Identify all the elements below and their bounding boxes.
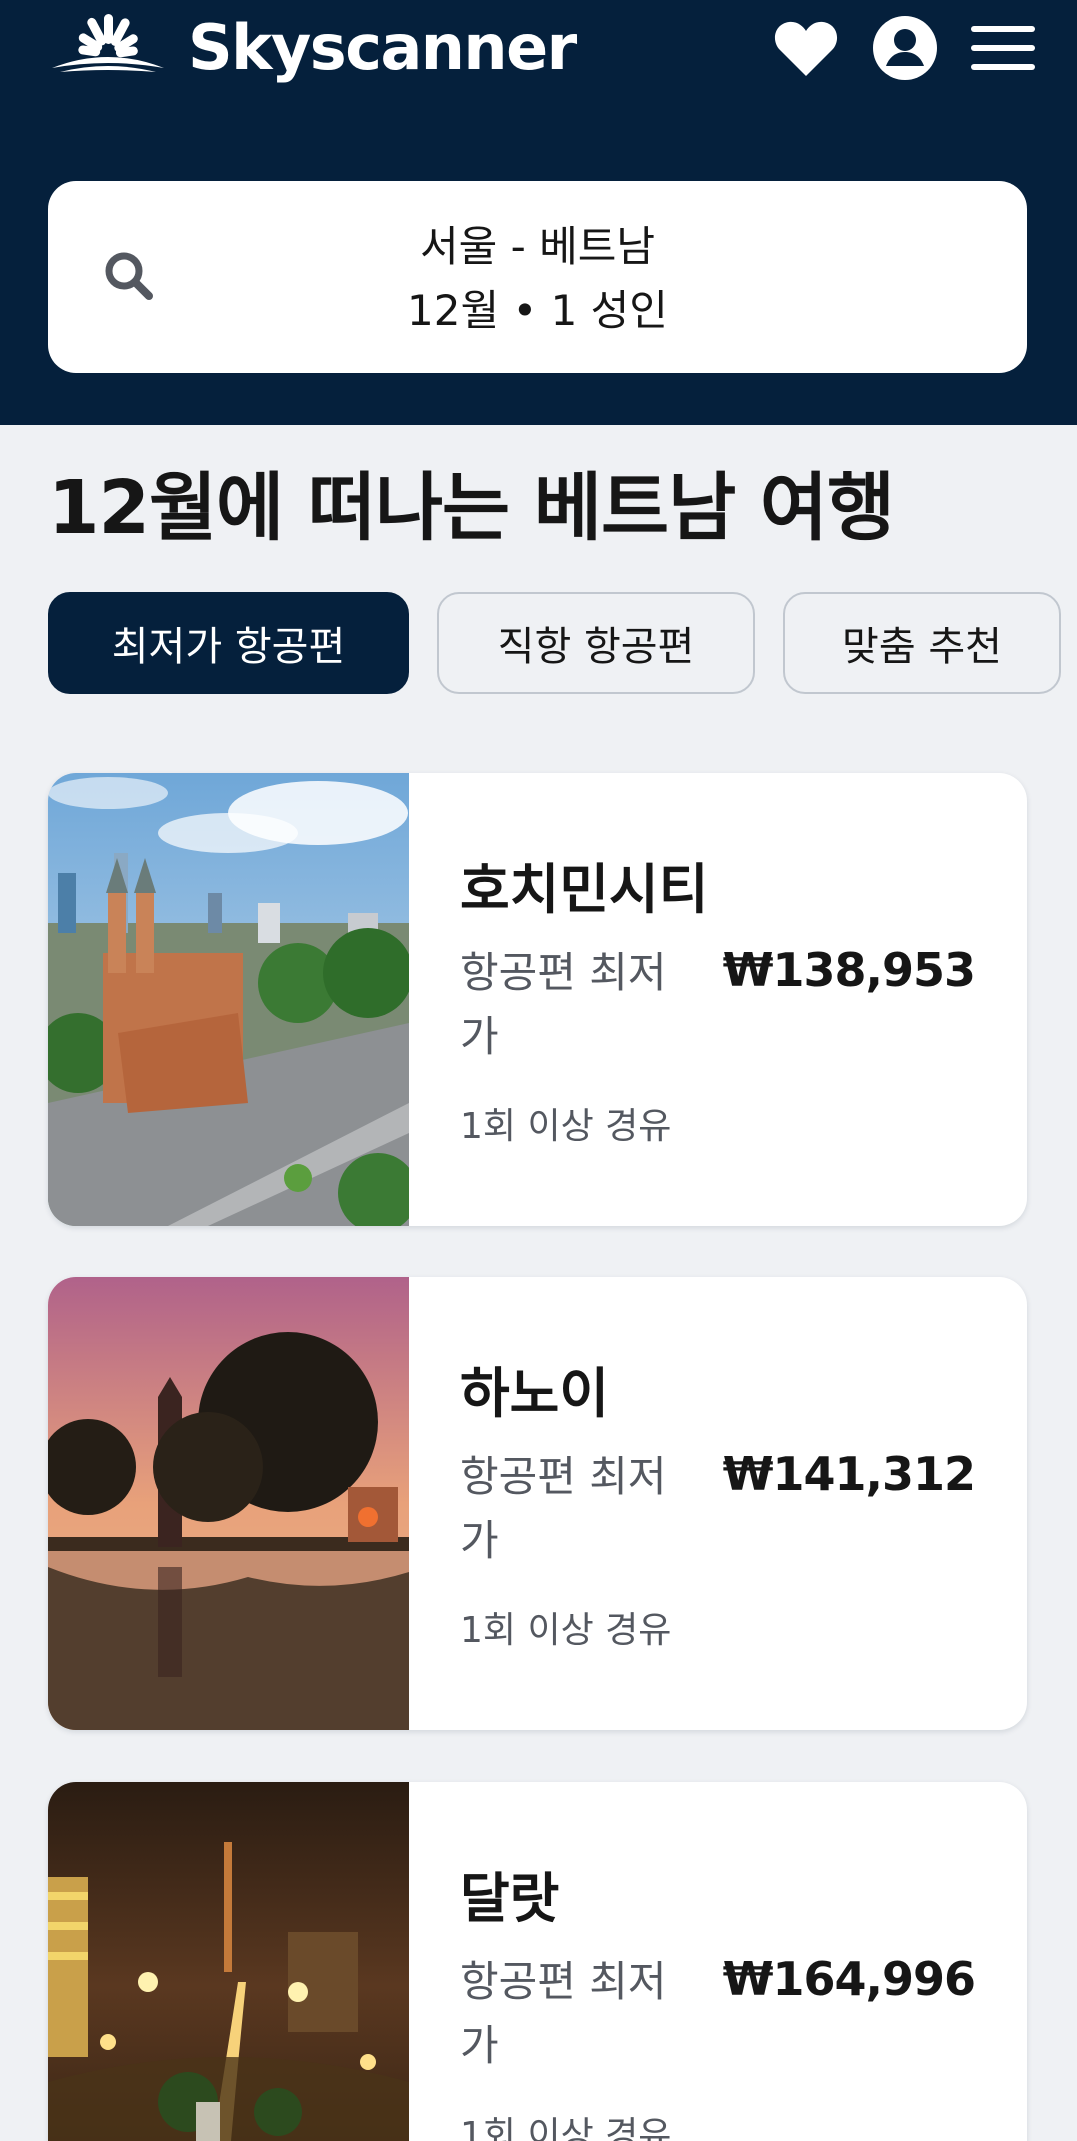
destination-city: 달랏 — [460, 1867, 560, 1930]
stops-info: 1회 이상 경유 — [460, 1106, 672, 1147]
destination-city: 호치민시티 — [460, 858, 709, 921]
heart-icon[interactable] — [773, 18, 839, 78]
destination-photo — [48, 773, 409, 1226]
destination-card[interactable]: 호치민시티 항공편 최저가 ₩138,953 1회 이상 경유 — [48, 773, 1027, 1226]
chip-cheapest-flights[interactable]: 최저가 항공편 — [48, 592, 409, 694]
chip-recommended[interactable]: 맞춤 추천 — [783, 592, 1061, 694]
brand-name: Skyscanner — [188, 11, 577, 84]
price-value: ₩138,953 — [722, 943, 976, 997]
header: Skyscanner 서울 - 베트남 12월 • 1 성인 — [0, 0, 1077, 425]
user-account-icon[interactable] — [873, 16, 937, 80]
price-value: ₩141,312 — [722, 1447, 976, 1501]
price-value: ₩164,996 — [722, 1952, 976, 2006]
price-label: 항공편 최저가 — [460, 1957, 667, 2070]
sunrise-logo-icon — [52, 13, 164, 72]
skyscanner-logo[interactable]: Skyscanner — [46, 0, 577, 95]
price-label: 항공편 최저가 — [460, 1452, 667, 1565]
search-route: 서울 - 베트남 — [419, 222, 656, 271]
menu-icon[interactable] — [971, 24, 1035, 72]
page-title: 12월에 떠나는 베트남 여행 — [48, 465, 895, 551]
search-summary-box[interactable]: 서울 - 베트남 12월 • 1 성인 — [48, 181, 1027, 373]
filter-chips: 최저가 항공편 직항 항공편 맞춤 추천 — [48, 592, 1061, 694]
chip-direct-flights[interactable]: 직항 항공편 — [437, 592, 755, 694]
destination-photo — [48, 1782, 409, 2141]
destination-city: 하노이 — [460, 1362, 610, 1425]
stops-info: 1회 이상 경유 — [460, 1610, 672, 1651]
destination-card[interactable]: 하노이 항공편 최저가 ₩141,312 1회 이상 경유 — [48, 1277, 1027, 1730]
search-details: 12월 • 1 성인 — [407, 286, 668, 335]
price-label: 항공편 최저가 — [460, 948, 667, 1061]
stops-info: 1회 이상 경유 — [460, 2115, 672, 2141]
destination-photo — [48, 1277, 409, 1730]
destination-card[interactable]: 달랏 항공편 최저가 ₩164,996 1회 이상 경유 — [48, 1782, 1027, 2141]
